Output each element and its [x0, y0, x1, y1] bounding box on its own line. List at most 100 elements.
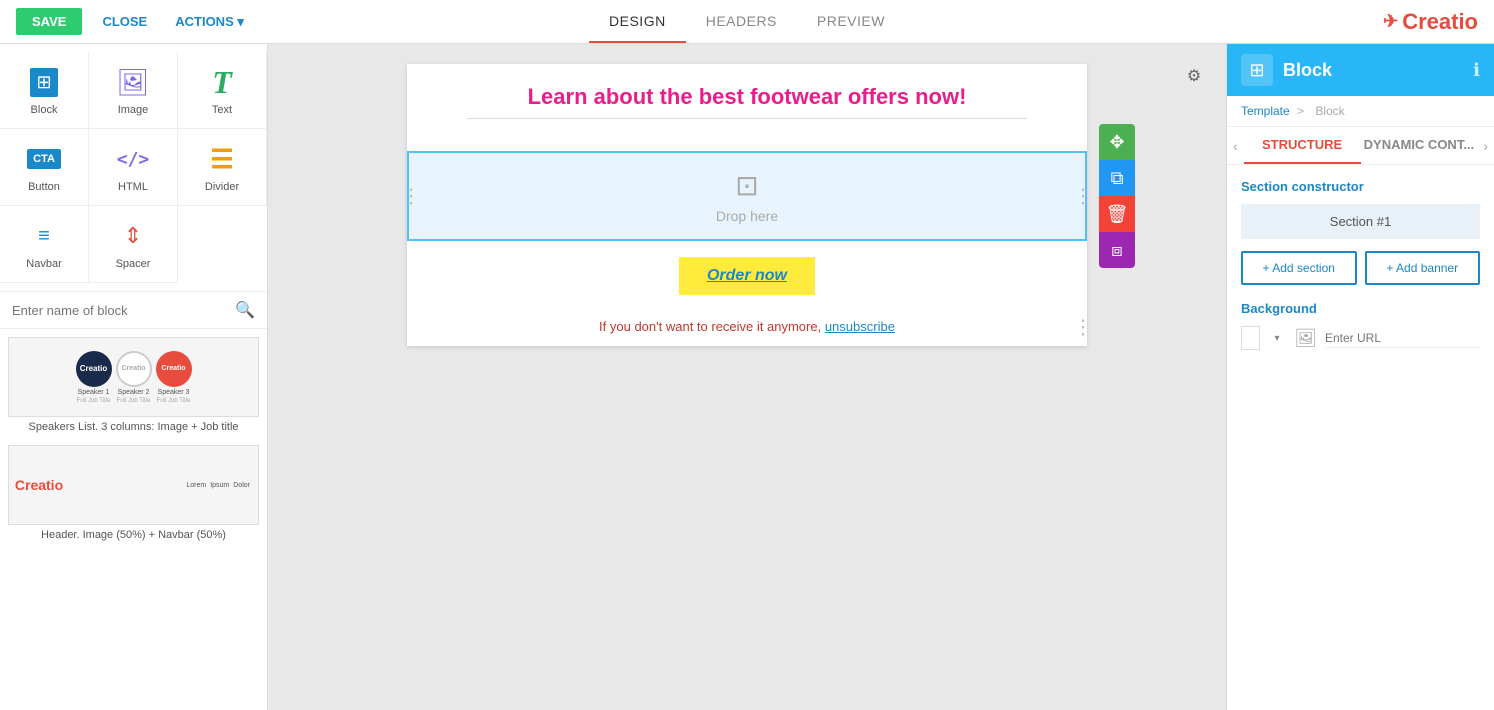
section-move-button[interactable]: ✥ — [1099, 124, 1135, 160]
drop-zone-section: ⋮ ⊡ Drop here ⋮ ✥ ⧉ 🗑 ⧈ — [407, 151, 1087, 241]
add-banner-button[interactable]: + Add banner — [1365, 251, 1481, 285]
avatar-3: Creatio — [156, 351, 192, 387]
html-label: HTML — [118, 181, 148, 193]
speakers-preview: Creatio Speaker 1 Full Job Title Creatio… — [68, 343, 200, 412]
block-item-spacer[interactable]: ⇕ Spacer — [89, 206, 178, 283]
speaker-title-3: Full Job Title — [157, 398, 191, 404]
tab-preview[interactable]: PREVIEW — [797, 1, 905, 43]
avatar-1: Creatio — [76, 351, 112, 387]
section-duplicate-button[interactable]: ⧈ — [1099, 232, 1135, 268]
block-item-block[interactable]: ⊞ Block — [0, 52, 89, 129]
background-controls: ▾ 🖼 — [1241, 326, 1480, 350]
block-item-navbar[interactable]: ≡ Navbar — [0, 206, 89, 283]
section-dots-right[interactable]: ⋮ — [1073, 184, 1093, 209]
template-label-speakers: Speakers List. 3 columns: Image + Job ti… — [8, 421, 259, 433]
email-footer-section: ⋮ If you don't want to receive it anymor… — [407, 307, 1087, 346]
section-delete-button[interactable]: 🗑 — [1099, 196, 1135, 232]
speaker-name-2: Speaker 2 — [118, 389, 150, 396]
speaker-card-2: Creatio Speaker 2 Full Job Title — [116, 351, 152, 404]
tab-design[interactable]: DESIGN — [589, 1, 686, 43]
block-item-html[interactable]: </> HTML — [89, 129, 178, 206]
template-label-header-navbar: Header. Image (50%) + Navbar (50%) — [8, 529, 259, 541]
block-item-divider[interactable]: ☰ Divider — [178, 129, 267, 206]
divider-label: Divider — [205, 181, 239, 193]
block-item-image[interactable]: 🖼 Image — [89, 52, 178, 129]
nav-item-2: Ipsum — [210, 482, 229, 489]
nav-item-1: Lorem — [186, 482, 206, 489]
divider-icon: ☰ — [204, 141, 240, 177]
spacer-icon: ⇕ — [115, 218, 151, 254]
bg-image-icon[interactable]: 🖼 — [1294, 328, 1317, 349]
right-panel-header: ⊞ Block ℹ — [1227, 44, 1494, 96]
logo-preview: Creatio — [17, 471, 61, 499]
close-button[interactable]: CLOSE — [94, 10, 155, 33]
drop-zone[interactable]: ⊡ Drop here — [407, 151, 1087, 241]
section-item-1[interactable]: Section #1 — [1241, 204, 1480, 239]
footer-text-before: If you don't want to receive it anymore, — [599, 319, 821, 334]
speaker-title-2: Full Job Title — [117, 398, 151, 404]
button-label: Button — [28, 181, 60, 193]
right-tab-back-arrow[interactable]: ‹ — [1227, 127, 1244, 164]
right-panel: ⊞ Block ℹ Template > Block ‹ STRUCTURE D… — [1226, 44, 1494, 710]
bg-url-input[interactable] — [1325, 329, 1480, 348]
block-item-text[interactable]: T Text — [178, 52, 267, 129]
panel-info-icon[interactable]: ℹ — [1473, 60, 1480, 81]
creatio-plane-icon: ✈ — [1383, 11, 1398, 32]
creatio-logo-text: Creatio — [1402, 9, 1478, 35]
bg-dropdown-arrow[interactable]: ▾ — [1268, 326, 1286, 350]
email-footer-text: If you don't want to receive it anymore,… — [427, 319, 1067, 334]
right-tabs: ‹ STRUCTURE DYNAMIC CONT... › — [1227, 127, 1494, 165]
speaker-card-3: Creatio Speaker 3 Full Job Title — [156, 351, 192, 404]
avatar-2: Creatio — [116, 351, 152, 387]
settings-icon[interactable]: ⚙ — [1178, 60, 1210, 92]
breadcrumb-template-link[interactable]: Template — [1241, 104, 1290, 118]
canvas-settings: ⚙ — [1178, 60, 1210, 92]
speaker-name-3: Speaker 3 — [158, 389, 190, 396]
breadcrumb-separator: > — [1297, 104, 1304, 118]
section-constructor-label: Section constructor — [1241, 179, 1480, 194]
speaker-title-1: Full Job Title — [77, 398, 111, 404]
order-now-button[interactable]: Order now — [679, 257, 815, 295]
section-copy-button[interactable]: ⧉ — [1099, 160, 1135, 196]
left-panel: ⊞ Block 🖼 Image T Text CTA — [0, 44, 268, 710]
template-preview-speakers: Creatio Speaker 1 Full Job Title Creatio… — [8, 337, 259, 417]
panel-title: Block — [1283, 60, 1463, 81]
speaker-card-1: Creatio Speaker 1 Full Job Title — [76, 351, 112, 404]
breadcrumb-current: Block — [1315, 104, 1344, 118]
block-icon: ⊞ — [26, 64, 62, 100]
tab-dynamic-content[interactable]: DYNAMIC CONT... — [1361, 127, 1478, 164]
bg-color-picker[interactable] — [1241, 326, 1260, 350]
save-button[interactable]: SAVE — [16, 8, 82, 35]
email-headline: Learn about the best footwear offers now… — [427, 84, 1067, 110]
tab-structure[interactable]: STRUCTURE — [1244, 127, 1361, 164]
right-tab-forward-arrow[interactable]: › — [1477, 127, 1494, 164]
actions-button[interactable]: ACTIONS — [167, 10, 252, 34]
template-item-speakers[interactable]: Creatio Speaker 1 Full Job Title Creatio… — [8, 337, 259, 433]
footer-unsubscribe-link[interactable]: unsubscribe — [825, 319, 895, 334]
navbar-icon: ≡ — [26, 218, 62, 254]
footer-dots-right[interactable]: ⋮ — [1073, 314, 1093, 339]
block-item-button[interactable]: CTA Button — [0, 129, 89, 206]
blocks-grid: ⊞ Block 🖼 Image T Text CTA — [0, 44, 267, 292]
email-canvas: Learn about the best footwear offers now… — [407, 64, 1087, 346]
image-icon: 🖼 — [115, 64, 151, 100]
navbar-label: Navbar — [26, 258, 61, 270]
add-section-button[interactable]: + Add section — [1241, 251, 1357, 285]
template-preview-header-navbar: Creatio Lorem Ipsum Dolor — [8, 445, 259, 525]
search-input[interactable] — [12, 303, 227, 318]
search-bar: 🔍 — [0, 292, 267, 329]
right-panel-content: Section constructor Section #1 + Add sec… — [1227, 165, 1494, 710]
template-item-header-navbar[interactable]: Creatio Lorem Ipsum Dolor Header. Image … — [8, 445, 259, 541]
background-label: Background — [1241, 301, 1480, 316]
search-icon[interactable]: 🔍 — [235, 300, 255, 320]
tab-headers[interactable]: HEADERS — [686, 1, 797, 43]
section-buttons: + Add section + Add banner — [1241, 251, 1480, 285]
main-layout: ⊞ Block 🖼 Image T Text CTA — [0, 44, 1494, 710]
breadcrumb: Template > Block — [1227, 96, 1494, 127]
section-dots-left[interactable]: ⋮ — [401, 184, 421, 209]
section-actions: ✥ ⧉ 🗑 ⧈ — [1099, 124, 1135, 268]
drop-zone-text: Drop here — [716, 208, 778, 224]
speaker-name-1: Speaker 1 — [78, 389, 110, 396]
topbar: SAVE CLOSE ACTIONS DESIGN HEADERS PREVIE… — [0, 0, 1494, 44]
nav-items-preview: Lorem Ipsum Dolor — [69, 482, 250, 489]
